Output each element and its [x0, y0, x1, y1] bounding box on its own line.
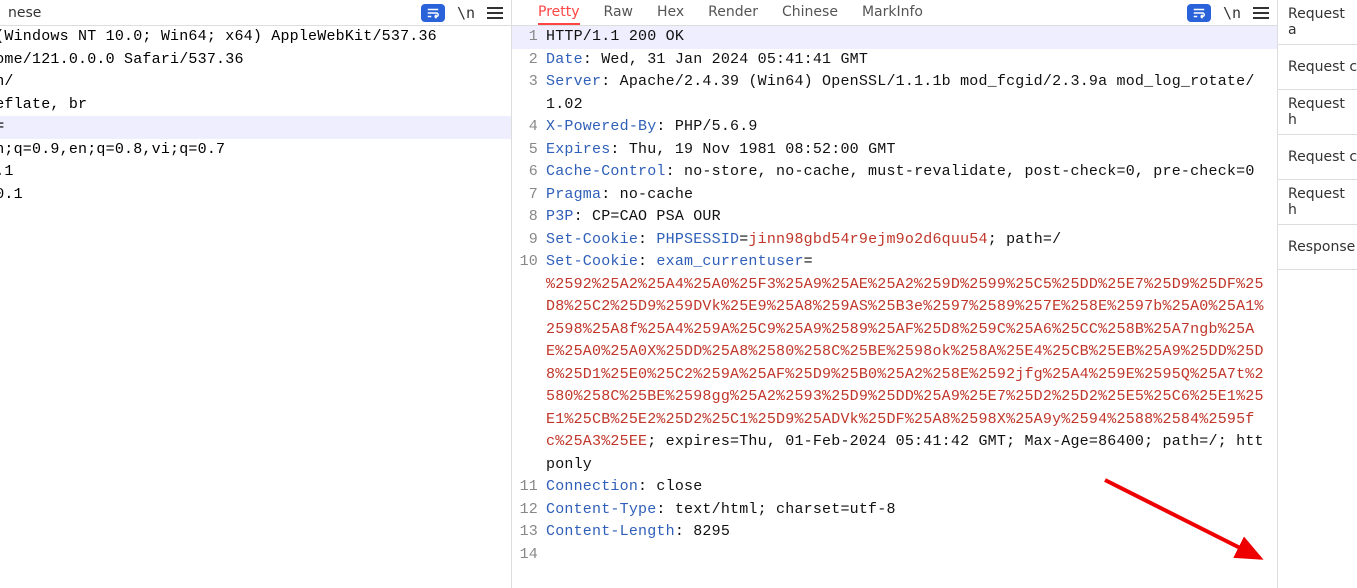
menu-icon[interactable] — [487, 7, 503, 19]
line-number: 14 — [512, 544, 546, 567]
response-line[interactable]: 2Date: Wed, 31 Jan 2024 05:41:41 GMT — [512, 49, 1277, 72]
tab-pretty[interactable]: Pretty — [538, 1, 580, 25]
inspector-item[interactable]: Request c — [1278, 135, 1357, 180]
line-number: 4 — [512, 116, 546, 139]
line-number: 8 — [512, 206, 546, 229]
line-number: 3 — [512, 71, 546, 116]
line-number: 2 — [512, 49, 546, 72]
response-line[interactable]: 13Content-Length: 8295 — [512, 521, 1277, 544]
request-line[interactable]: zh;q=0.9,en;q=0.8,vi;q=0.7 — [0, 139, 511, 162]
line-number: 9 — [512, 229, 546, 252]
response-line[interactable]: 10Set-Cookie: exam_currentuser= %2592%25… — [512, 251, 1277, 476]
newline-icon[interactable]: \n — [1223, 4, 1241, 22]
response-tabs: Pretty Raw Hex Render Chinese MarkInfo — [520, 1, 923, 25]
left-code-area[interactable]: (Windows NT 10.0; Win64; x64) AppleWebKi… — [0, 26, 511, 588]
tab-hex[interactable]: Hex — [657, 1, 684, 25]
wrap-toggle-button[interactable] — [1187, 4, 1211, 22]
response-line[interactable]: 9Set-Cookie: PHPSESSID=jinn98gbd54r9ejm9… — [512, 229, 1277, 252]
response-line[interactable]: 3Server: Apache/2.4.39 (Win64) OpenSSL/1… — [512, 71, 1277, 116]
response-line[interactable]: 8P3P: CP=CAO PSA OUR — [512, 206, 1277, 229]
request-line[interactable]: deflate, br — [0, 94, 511, 117]
inspector-item[interactable]: Request a — [1278, 0, 1357, 45]
wrap-toggle-button[interactable] — [421, 4, 445, 22]
tab-raw[interactable]: Raw — [604, 1, 633, 25]
line-number: 7 — [512, 184, 546, 207]
request-line[interactable]: 1 — [0, 206, 511, 229]
response-line[interactable]: 7Pragma: no-cache — [512, 184, 1277, 207]
line-number: 11 — [512, 476, 546, 499]
tab-render[interactable]: Render — [708, 1, 758, 25]
line-number: 1 — [512, 26, 546, 49]
response-line[interactable]: 14 — [512, 544, 1277, 567]
menu-icon[interactable] — [1253, 7, 1269, 19]
request-pane: nese \n (Windows NT 10.0; Win64; x64) Ap… — [0, 0, 512, 588]
tab-markinfo[interactable]: MarkInfo — [862, 1, 923, 25]
request-line[interactable]: (Windows NT 10.0; Win64; x64) AppleWebKi… — [0, 26, 511, 49]
response-line[interactable]: 4X-Powered-By: PHP/5.6.9 — [512, 116, 1277, 139]
line-number: 5 — [512, 139, 546, 162]
inspector-item[interactable]: Response — [1278, 225, 1357, 270]
right-code-area[interactable]: 1HTTP/1.1 200 OK2Date: Wed, 31 Jan 2024 … — [512, 26, 1277, 588]
request-line[interactable]: r= — [0, 116, 511, 139]
line-number: 12 — [512, 499, 546, 522]
request-line[interactable]: cn/ — [0, 71, 511, 94]
response-line[interactable]: 5Expires: Thu, 19 Nov 1981 08:52:00 GMT — [512, 139, 1277, 162]
request-line[interactable]: .0.1 — [0, 184, 511, 207]
right-top-bar: Pretty Raw Hex Render Chinese MarkInfo \n — [512, 0, 1277, 26]
response-line[interactable]: 11Connection: close — [512, 476, 1277, 499]
left-top-bar: nese \n — [0, 0, 511, 26]
tab-chinese[interactable]: Chinese — [782, 1, 838, 25]
request-line[interactable]: 0.1 — [0, 161, 511, 184]
line-number: 13 — [512, 521, 546, 544]
line-number: 6 — [512, 161, 546, 184]
response-line[interactable]: 12Content-Type: text/html; charset=utf-8 — [512, 499, 1277, 522]
left-tab-fragment[interactable]: nese — [8, 5, 41, 21]
request-line[interactable]: rome/121.0.0.0 Safari/537.36 — [0, 49, 511, 72]
response-pane: Pretty Raw Hex Render Chinese MarkInfo \n 1HT… — [512, 0, 1278, 588]
newline-icon[interactable]: \n — [457, 4, 475, 22]
inspector-side-panel: Request aRequest cRequest hRequest cRequ… — [1278, 0, 1357, 588]
inspector-item[interactable]: Request h — [1278, 90, 1357, 135]
inspector-item[interactable]: Request c — [1278, 45, 1357, 90]
response-line[interactable]: 6Cache-Control: no-store, no-cache, must… — [512, 161, 1277, 184]
response-line[interactable]: 1HTTP/1.1 200 OK — [512, 26, 1277, 49]
inspector-item[interactable]: Request h — [1278, 180, 1357, 225]
line-number: 10 — [512, 251, 546, 476]
